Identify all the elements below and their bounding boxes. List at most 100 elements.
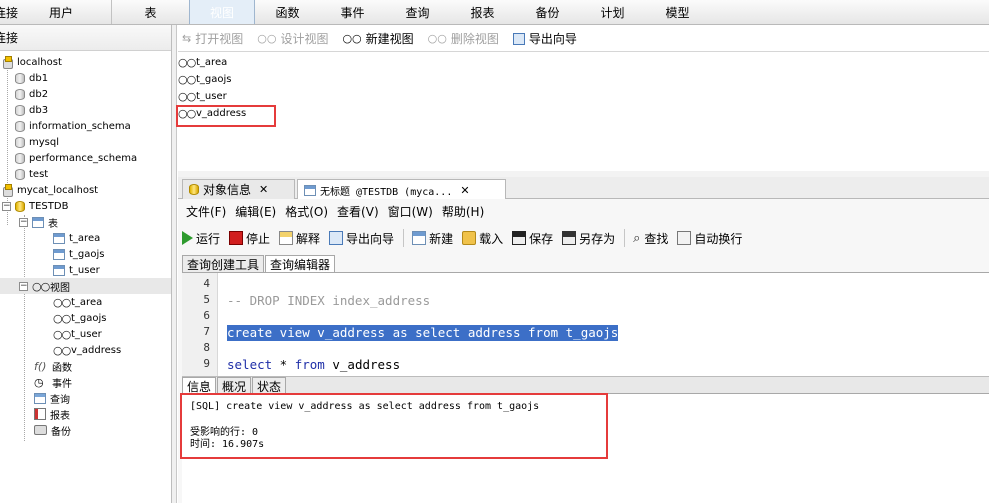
tab-query-builder[interactable]: 查询创建工具 <box>182 255 265 272</box>
explain-button[interactable]: 解释 <box>279 230 320 247</box>
menu-view[interactable]: 查看(V) <box>337 203 379 220</box>
line-number: 7 <box>203 325 210 338</box>
tree-item-db[interactable]: db2 <box>15 86 48 102</box>
result-tabs: 信息 概况 状态 <box>182 376 989 394</box>
toolbar-view[interactable]: 视图 <box>189 0 255 24</box>
toolbar-event[interactable]: 事件 <box>320 0 385 24</box>
tree-item-view[interactable]: ○○ t_area <box>53 294 102 310</box>
tree-item-db[interactable]: performance_schema <box>15 150 137 166</box>
list-item[interactable]: ○○ t_area <box>178 54 227 71</box>
open-view-label: 打开视图 <box>195 32 244 46</box>
tree-item-db[interactable]: information_schema <box>15 118 131 134</box>
report-icon <box>34 408 46 420</box>
sql-keyword: select <box>227 357 273 372</box>
tree-item-label: t_area <box>71 296 103 308</box>
database-open-icon <box>15 200 25 212</box>
tree-item-db[interactable]: db1 <box>15 70 48 86</box>
tree-item-reports[interactable]: 报表 <box>34 406 70 422</box>
find-button[interactable]: ⌕ 查找 <box>633 230 668 247</box>
toolbar-user[interactable]: 用户 <box>49 0 111 24</box>
toolbar-separator <box>624 229 626 247</box>
tab-query-editor[interactable]: 无标题 @TESTDB (myca... ✕ <box>297 179 506 200</box>
export-button[interactable]: 导出向导 <box>329 230 394 247</box>
stop-button[interactable]: 停止 <box>229 230 270 247</box>
tree-item-table[interactable]: t_area <box>53 230 100 246</box>
tree-item-label: 备份 <box>51 426 71 438</box>
tree-item-functions[interactable]: f() 函数 <box>34 358 72 374</box>
tree-item-label: TESTDB <box>29 200 69 212</box>
tree-item-label: t_area <box>69 232 101 244</box>
tree-item-db[interactable]: test <box>15 166 48 182</box>
delete-view-button[interactable]: ○○ 删除视图 <box>428 30 499 47</box>
tree-item-backups[interactable]: 备份 <box>34 422 71 438</box>
load-button[interactable]: 载入 <box>462 230 503 247</box>
code-line-selected: create view v_address as select address … <box>227 325 619 341</box>
collapse-toggle-icon[interactable]: − <box>2 201 11 211</box>
tab-info[interactable]: 信息 <box>182 377 217 394</box>
database-icon <box>15 72 25 84</box>
tree-item-views[interactable]: − ○○ 视图 <box>0 278 171 294</box>
menu-edit[interactable]: 编辑(E) <box>235 203 276 220</box>
sql-code-editor[interactable]: 4 5 6 7 8 9 -- DROP INDEX index_address … <box>182 272 989 377</box>
connection-panel-title: 连接 <box>0 31 19 45</box>
save-button[interactable]: 保存 <box>512 230 553 247</box>
tree-item-events[interactable]: ◷ 事件 <box>34 374 72 390</box>
tree-item-view[interactable]: ○○ t_gaojs <box>53 310 107 326</box>
panel-splitter[interactable] <box>172 25 177 503</box>
close-icon[interactable]: ✕ <box>460 184 469 197</box>
new-view-button[interactable]: ○○ 新建视图 <box>342 30 413 47</box>
line-number: 8 <box>203 341 210 354</box>
tree-item-mycat[interactable]: mycat_localhost <box>2 182 98 198</box>
tree-item-db[interactable]: mysql <box>15 134 59 150</box>
tree-item-label: 视图 <box>50 282 70 294</box>
tree-item-label: 事件 <box>52 378 72 390</box>
tab-overview[interactable]: 概况 <box>217 377 252 394</box>
tree-item-label: mycat_localhost <box>17 184 99 196</box>
close-icon[interactable]: ✕ <box>259 183 268 196</box>
stop-label: 停止 <box>246 231 271 246</box>
word-wrap-button[interactable]: 自动换行 <box>677 230 742 247</box>
query-icon <box>34 392 46 404</box>
code-line-select: select * from v_address <box>227 357 400 373</box>
toolbar-backup[interactable]: 备份 <box>515 0 580 24</box>
line-number: 9 <box>203 357 210 370</box>
tree-item-view[interactable]: ○○ v_address <box>53 342 121 358</box>
toolbar-connection[interactable]: 连接 <box>0 0 49 24</box>
toolbar-table[interactable]: 表 <box>111 0 189 24</box>
toolbar-schedule[interactable]: 计划 <box>580 0 645 24</box>
toolbar-report[interactable]: 报表 <box>450 0 515 24</box>
open-view-button[interactable]: ⇆ 打开视图 <box>182 30 243 47</box>
tab-query-editor-label: 查询编辑器 <box>270 257 331 272</box>
tab-status[interactable]: 状态 <box>252 377 287 394</box>
list-item[interactable]: ○○ t_gaojs <box>178 71 232 88</box>
toolbar-function[interactable]: 函数 <box>255 0 320 24</box>
menu-window[interactable]: 窗口(W) <box>388 203 433 220</box>
toolbar-query[interactable]: 查询 <box>385 0 450 24</box>
list-item[interactable]: ○○ t_user <box>178 88 227 105</box>
tree-item-tables[interactable]: − 表 <box>19 214 58 230</box>
tree-item-table[interactable]: t_user <box>53 262 100 278</box>
tree-item-testdb[interactable]: − TESTDB <box>2 198 68 214</box>
run-button[interactable]: 运行 <box>182 230 220 247</box>
tree-item-localhost[interactable]: localhost <box>2 54 62 70</box>
save-as-button[interactable]: 另存为 <box>562 230 615 247</box>
collapse-toggle-icon[interactable]: − <box>19 281 28 291</box>
tree-item-table[interactable]: t_gaojs <box>53 246 105 262</box>
tree-item-view[interactable]: ○○ t_user <box>53 326 102 342</box>
menu-file[interactable]: 文件(F) <box>186 203 226 220</box>
tree-item-label: 报表 <box>50 410 70 422</box>
toolbar-model[interactable]: 模型 <box>645 0 710 24</box>
collapse-toggle-icon[interactable]: − <box>19 217 28 227</box>
explain-icon <box>279 231 294 245</box>
export-wizard-button[interactable]: 导出向导 <box>512 30 577 47</box>
design-view-button[interactable]: ○○ 设计视图 <box>257 30 328 47</box>
view-glasses-icon: ○○ <box>53 343 71 357</box>
tree-item-queries[interactable]: 查询 <box>34 390 70 406</box>
tab-query-editor-sub[interactable]: 查询编辑器 <box>265 255 336 272</box>
menu-help[interactable]: 帮助(H) <box>442 203 484 220</box>
menu-format[interactable]: 格式(O) <box>285 203 328 220</box>
tab-object-info[interactable]: 对象信息 ✕ <box>182 179 295 199</box>
delete-view-icon: ○○ <box>427 32 447 45</box>
tree-item-db[interactable]: db3 <box>15 102 48 118</box>
new-button[interactable]: 新建 <box>412 230 453 247</box>
